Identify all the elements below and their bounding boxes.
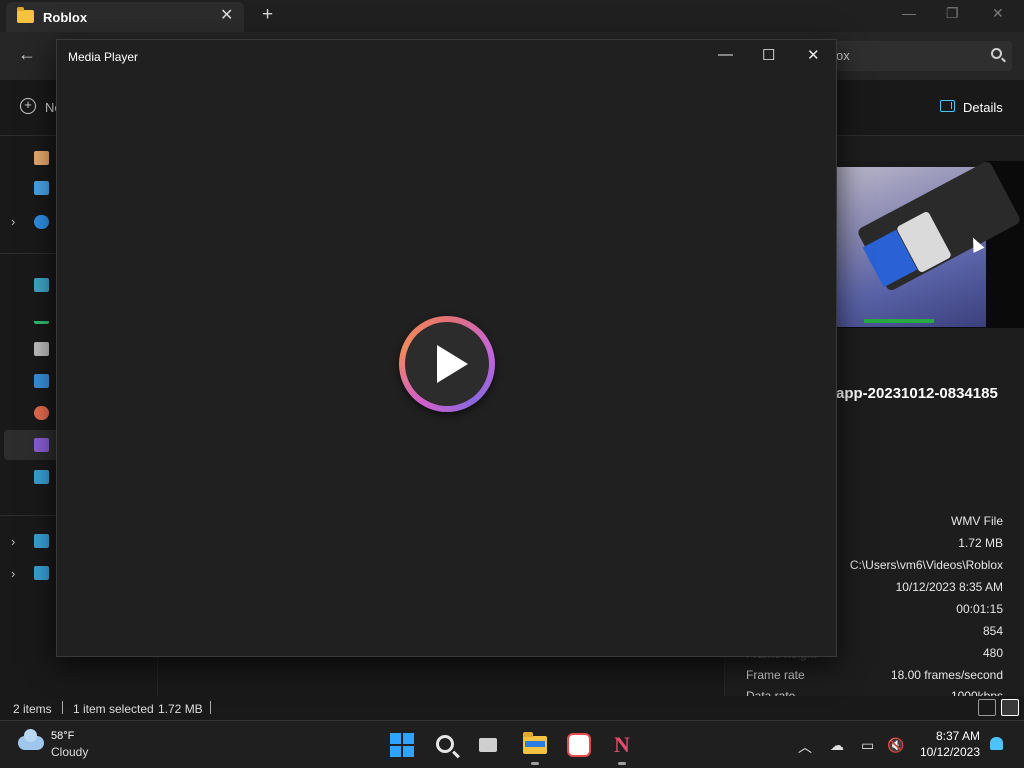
large-icons-view-icon[interactable] (1001, 699, 1019, 716)
media-player-minimize-button[interactable]: — (718, 46, 733, 63)
taskbar: 58°F Cloudy N ︿ ☁ ▭ 🔇 8:37 AM 10/12/2023 (0, 720, 1024, 768)
tab-close-icon[interactable]: ✕ (220, 5, 233, 25)
details-view-icon[interactable] (978, 699, 996, 716)
tab-title: Roblox (43, 10, 88, 25)
prop-frame-rate-label: Frame rate (746, 668, 805, 682)
back-arrow-icon[interactable]: ← (18, 44, 36, 65)
video-thumbnail (836, 161, 1024, 328)
explorer-tab[interactable]: Roblox ✕ (6, 2, 244, 32)
prop-size-value: 1.72 MB (958, 536, 1003, 550)
media-player-maximize-button[interactable]: ☐ (762, 46, 775, 64)
prop-frame-rate-value: 18.00 frames/second (890, 668, 1003, 682)
taskbar-search-icon[interactable] (436, 735, 454, 753)
prop-frame-width-value: 854 (982, 624, 1003, 638)
videos-icon[interactable] (34, 438, 49, 452)
weather-temperature[interactable]: 58°F (51, 730, 74, 742)
pc-drive-icon[interactable] (34, 534, 49, 548)
status-size: 1.72 MB (158, 702, 203, 716)
explorer-titlebar: Roblox ✕ + — ❐ ✕ (0, 0, 1024, 32)
onedrive-tray-icon[interactable]: ☁ (830, 737, 844, 754)
media-player-title: Media Player (68, 50, 139, 64)
search-icon[interactable] (991, 48, 1002, 59)
status-selected: 1 item selected (73, 702, 154, 716)
gallery-icon[interactable] (34, 181, 49, 195)
status-item-count: 2 items (13, 702, 52, 716)
clock-time[interactable]: 8:37 AM (918, 729, 980, 743)
chevron-right-icon[interactable]: › (11, 566, 15, 581)
onedrive-icon[interactable] (34, 215, 49, 229)
app-n-logo-icon[interactable]: N (610, 733, 634, 757)
weather-condition[interactable]: Cloudy (51, 745, 88, 759)
media-player-close-button[interactable]: ✕ (807, 46, 820, 64)
prop-length-value: 00:01:15 (956, 602, 1003, 616)
volume-muted-icon[interactable]: 🔇 (887, 737, 904, 754)
search-input[interactable]: ox (828, 41, 1012, 71)
home-icon[interactable] (34, 151, 49, 165)
windows-start-icon[interactable] (390, 733, 414, 757)
notification-bell-icon[interactable] (990, 737, 1003, 750)
explorer-maximize-button[interactable]: ❐ (946, 5, 959, 22)
this-pc-icon[interactable] (34, 470, 49, 484)
file-explorer-icon[interactable] (523, 732, 547, 754)
folder-icon (17, 7, 34, 23)
prop-frame-height-value: 480 (982, 646, 1003, 660)
app-swirl-icon[interactable] (567, 733, 591, 757)
running-indicator (618, 762, 626, 765)
media-player-window[interactable]: Media Player — ☐ ✕ (56, 39, 837, 657)
prop-date-value: 10/12/2023 8:35 AM (895, 580, 1003, 594)
status-divider (62, 701, 63, 714)
play-button-inner (405, 322, 489, 406)
plus-circle-icon[interactable]: + (20, 98, 36, 114)
task-view-icon[interactable] (479, 733, 503, 752)
chevron-right-icon[interactable]: › (11, 214, 15, 229)
prop-data-rate-label: Data rate (746, 689, 796, 696)
music-icon[interactable] (34, 406, 49, 420)
explorer-close-button[interactable]: ✕ (992, 5, 1004, 22)
details-pane-icon[interactable] (940, 100, 955, 112)
prop-data-rate-value: 1000kbps (950, 689, 1003, 696)
prop-path-value: C:\Users\vm6\Videos\Roblox (849, 558, 1003, 572)
documents-icon[interactable] (34, 342, 49, 356)
details-button[interactable]: Details (963, 100, 1003, 115)
cloud-icon[interactable] (18, 729, 44, 750)
chevron-right-icon[interactable]: › (11, 534, 15, 549)
clock-date[interactable]: 10/12/2023 (912, 745, 980, 759)
new-tab-button[interactable]: + (262, 4, 273, 26)
search-input-text: ox (836, 48, 850, 63)
thumbnail-hud-bar (864, 319, 934, 323)
display-tray-icon[interactable]: ▭ (861, 737, 874, 754)
downloads-icon[interactable] (34, 310, 49, 324)
running-indicator (531, 762, 539, 765)
details-file-name: app-20231012-0834185 (836, 385, 998, 402)
play-button[interactable] (399, 316, 495, 412)
pictures-icon[interactable] (34, 374, 49, 388)
status-divider (210, 701, 211, 714)
play-icon (437, 345, 468, 383)
status-bar: 2 items 1 item selected 1.72 MB (0, 696, 1024, 720)
explorer-minimize-button[interactable]: — (902, 5, 916, 21)
network-icon[interactable] (34, 566, 49, 580)
prop-type-value: WMV File (951, 514, 1003, 528)
chevron-up-icon[interactable]: ︿ (798, 737, 812, 757)
desktop-icon[interactable] (34, 278, 49, 292)
